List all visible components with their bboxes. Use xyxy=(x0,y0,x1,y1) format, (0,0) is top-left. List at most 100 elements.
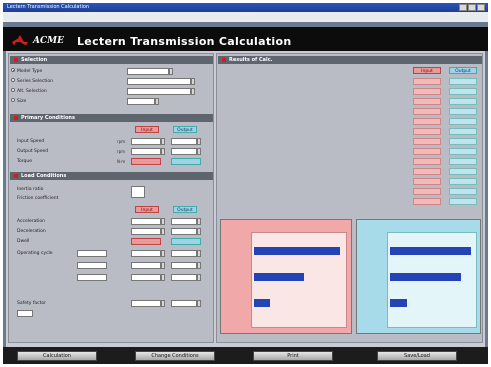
input-field[interactable] xyxy=(171,274,197,281)
spinner-icon[interactable] xyxy=(161,300,165,307)
radio-button[interactable] xyxy=(11,98,15,102)
input-field[interactable] xyxy=(171,228,197,235)
load-row: Acceleration xyxy=(9,218,213,225)
selection-row[interactable]: Model Type xyxy=(9,68,213,75)
section-bullet-icon xyxy=(14,173,18,178)
window-controls xyxy=(459,4,485,11)
input-field[interactable] xyxy=(77,274,107,281)
input-column-header: Input xyxy=(135,206,159,213)
spinner-icon[interactable] xyxy=(197,250,201,257)
result-row xyxy=(217,118,481,125)
spinner-icon[interactable] xyxy=(161,228,165,235)
spinner-icon[interactable] xyxy=(161,250,165,257)
select-field[interactable] xyxy=(127,98,155,105)
spinner-icon[interactable] xyxy=(161,218,165,225)
input-field[interactable] xyxy=(131,148,161,155)
result-row xyxy=(217,178,481,185)
input-field[interactable] xyxy=(77,250,107,257)
result-row xyxy=(217,128,481,135)
close-icon[interactable] xyxy=(477,4,485,11)
spinner-icon[interactable] xyxy=(197,228,201,235)
condition-row: Output Speed rpm xyxy=(9,148,213,155)
window-titlebar: Lectern Transmission Calculation xyxy=(3,3,488,12)
input-field[interactable] xyxy=(171,300,197,307)
spinner-icon[interactable] xyxy=(197,262,201,269)
result-output-value xyxy=(449,168,477,175)
dropdown-arrow-icon[interactable] xyxy=(169,68,173,75)
selection-row[interactable]: Size xyxy=(9,98,213,105)
result-input-value xyxy=(413,148,441,155)
result-output-value xyxy=(449,78,477,85)
input-field[interactable] xyxy=(171,138,197,145)
input-field[interactable] xyxy=(131,138,161,145)
window-title: Lectern Transmission Calculation xyxy=(7,4,90,10)
input-field[interactable] xyxy=(131,228,161,235)
selection-row[interactable]: Series Selection xyxy=(9,78,213,85)
conditions-column: Selection Model Type Series Selection Al… xyxy=(8,53,214,343)
input-column-header: Input xyxy=(413,67,441,74)
spinner-icon[interactable] xyxy=(161,262,165,269)
load-row: Inertia ratio xyxy=(9,186,213,198)
spinner-icon[interactable] xyxy=(161,274,165,281)
spinner-icon[interactable] xyxy=(197,148,201,155)
result-output-value xyxy=(449,88,477,95)
app-title: Lectern Transmission Calculation xyxy=(77,35,292,48)
output-column-header: Output xyxy=(173,126,197,133)
selection-row[interactable]: Alt. Selection xyxy=(9,88,213,95)
save-load-button[interactable]: Save/Load xyxy=(377,351,457,361)
input-field[interactable] xyxy=(171,148,197,155)
result-output-value xyxy=(449,128,477,135)
spinner-icon[interactable] xyxy=(197,138,201,145)
section-bullet-icon xyxy=(14,115,18,120)
chart-bar xyxy=(254,273,304,281)
spinner-icon[interactable] xyxy=(161,138,165,145)
result-input-value xyxy=(413,138,441,145)
input-field[interactable] xyxy=(131,262,161,269)
input-field[interactable] xyxy=(131,218,161,225)
input-field[interactable] xyxy=(171,218,197,225)
dropdown-arrow-icon[interactable] xyxy=(191,88,195,95)
change-conditions-button[interactable]: Change Conditions xyxy=(135,351,215,361)
input-chart-panel xyxy=(220,219,352,334)
menu-bar xyxy=(3,12,488,22)
input-field[interactable] xyxy=(17,310,33,317)
minimize-icon[interactable] xyxy=(459,4,467,11)
input-field[interactable] xyxy=(131,274,161,281)
result-row xyxy=(217,78,481,85)
section-results: Results of Calc. xyxy=(218,56,482,64)
radio-button[interactable] xyxy=(11,88,15,92)
select-field[interactable] xyxy=(127,78,191,85)
load-row: Deceleration xyxy=(9,228,213,235)
output-column-header: Output xyxy=(449,67,477,74)
print-button[interactable]: Print xyxy=(253,351,333,361)
section-bullet-icon xyxy=(14,57,18,62)
result-output-value xyxy=(449,98,477,105)
radio-button[interactable] xyxy=(11,68,15,72)
spinner-icon[interactable] xyxy=(197,300,201,307)
result-input-value xyxy=(413,158,441,165)
input-field[interactable] xyxy=(131,300,161,307)
spinner-icon[interactable] xyxy=(197,274,201,281)
dropdown-arrow-icon[interactable] xyxy=(155,98,159,105)
input-field[interactable] xyxy=(77,262,107,269)
select-field[interactable] xyxy=(127,68,169,75)
select-field[interactable] xyxy=(127,88,191,95)
result-row xyxy=(217,108,481,115)
output-chart-panel xyxy=(356,219,481,334)
radio-button[interactable] xyxy=(11,78,15,82)
dropdown-arrow-icon[interactable] xyxy=(191,78,195,85)
input-field[interactable] xyxy=(171,250,197,257)
app-screen: Lectern Transmission Calculation ACME Le… xyxy=(3,3,488,364)
spinner-icon[interactable] xyxy=(161,148,165,155)
spinner-icon[interactable] xyxy=(197,218,201,225)
result-input-value xyxy=(413,198,441,205)
results-column: Results of Calc. Input Output xyxy=(216,53,483,343)
input-field[interactable] xyxy=(171,262,197,269)
result-input-value xyxy=(413,88,441,95)
input-field[interactable] xyxy=(131,250,161,257)
computed-cell xyxy=(131,158,161,165)
maximize-icon[interactable] xyxy=(468,4,476,11)
result-input-value xyxy=(413,178,441,185)
calculation-button[interactable]: Calculation xyxy=(17,351,97,361)
output-chart-plot xyxy=(387,232,477,328)
